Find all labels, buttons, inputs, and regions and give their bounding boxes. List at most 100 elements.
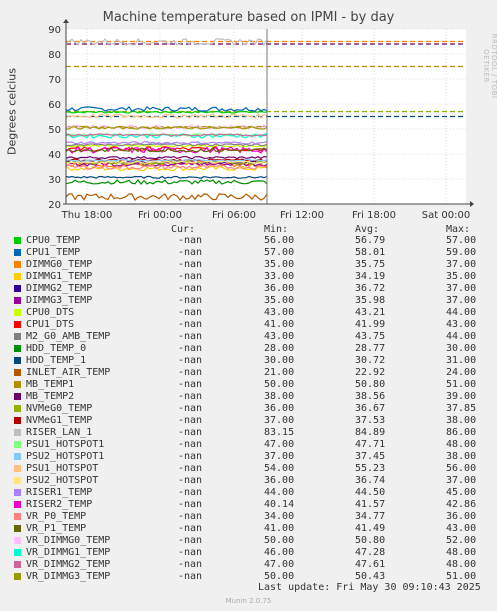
legend-swatch [14,489,21,496]
legend-swatch [14,321,21,328]
legend-series-name: DIMMG1_TEMP [26,271,93,282]
legend-series-name: PSU1_HOTSPOT [26,463,99,474]
legend-series-name: HDD_TEMP_0 [26,343,87,354]
legend-avg-value: 30.72 [355,355,386,366]
legend-swatch [14,237,21,244]
legend-series-name: CPU0_DTS [26,307,75,318]
legend-series-name: CPU1_TEMP [26,247,81,258]
rrdtool-watermark: RRDTOOL / TOBI OETIKER [482,33,497,99]
legend-row: PSU2_HOTSPOT1 -nan 37.00 37.45 38.00 [0,451,497,463]
legend-series-name: DIMMG0_TEMP [26,259,93,270]
legend-cur-value: -nan [178,379,203,390]
legend-cur-value: -nan [178,307,203,318]
legend-header-max: Max: [446,224,471,235]
legend-cur-value: -nan [178,463,203,474]
legend-avg-value: 50.43 [355,571,386,582]
legend-avg-value: 47.28 [355,547,386,558]
x-axis-arrow [470,201,474,207]
legend-avg-value: 41.49 [355,523,386,534]
legend-min-value: 38.00 [264,391,295,402]
legend-cur-value: -nan [178,355,203,366]
legend-cur-value: -nan [178,271,203,282]
legend-avg-value: 22.92 [355,367,386,378]
legend-avg-value: 34.19 [355,271,386,282]
legend-avg-value: 44.50 [355,487,386,498]
legend-series-name: M2_G0_AMB_TEMP [26,331,111,342]
legend-row: VR_DIMMG1_TEMP -nan 46.00 47.28 48.00 [0,547,497,559]
legend-min-value: 30.00 [264,355,295,366]
legend-swatch [14,345,21,352]
legend-swatch [14,309,21,316]
legend-series-name: VR_DIMMG2_TEMP [26,559,111,570]
chart-title: Machine temperature based on IPMI - by d… [102,10,395,25]
y-tick-label: 90 [48,25,61,36]
legend-series-name: INLET_AIR_TEMP [26,367,111,378]
legend-row: MB_TEMP1 -nan 50.00 50.80 51.00 [0,379,497,391]
legend-cur-value: -nan [178,535,203,546]
munin-version: Munin 2.0.75 [225,597,272,605]
legend-swatch [14,525,21,532]
legend-max-value: 42.86 [446,499,477,510]
legend-min-value: 36.00 [264,475,295,486]
legend-min-value: 37.00 [264,415,295,426]
legend-cur-value: -nan [178,523,203,534]
legend-series-name: MB_TEMP2 [26,391,75,402]
legend-row: NVMeG0_TEMP -nan 36.00 36.67 37.85 [0,403,497,415]
legend-max-value: 37.85 [446,403,477,414]
legend-cur-value: -nan [178,235,203,246]
legend-avg-value: 35.75 [355,259,386,270]
legend-header-avg: Avg: [355,224,380,235]
legend-min-value: 33.00 [264,271,295,282]
legend-series-name: VR_P0_TEMP [26,511,87,522]
legend-avg-value: 35.98 [355,295,386,306]
legend-max-value: 37.00 [446,295,477,306]
legend-max-value: 43.00 [446,523,477,534]
legend-row: PSU2_HOTSPOT -nan 36.00 36.74 37.00 [0,475,497,487]
legend-swatch [14,393,21,400]
legend-min-value: 54.00 [264,463,295,474]
x-tick-label: Fri 12:00 [280,210,324,221]
legend-row: CPU0_DTS -nan 43.00 43.21 44.00 [0,307,497,319]
x-tick-label: Sat 00:00 [422,210,470,221]
legend-cur-value: -nan [178,511,203,522]
legend-min-value: 83.15 [264,427,295,438]
y-tick-label: 70 [48,75,61,86]
legend-swatch [14,501,21,508]
y-tick-label: 60 [48,100,61,111]
legend-swatch [14,513,21,520]
legend-max-value: 51.00 [446,379,477,390]
legend-cur-value: -nan [178,415,203,426]
legend-series-name: PSU2_HOTSPOT [26,475,99,486]
legend-avg-value: 55.23 [355,463,386,474]
legend-avg-value: 50.80 [355,379,386,390]
legend-min-value: 35.00 [264,295,295,306]
legend-swatch [14,285,21,292]
legend-swatch [14,429,21,436]
legend-swatch [14,249,21,256]
legend-swatch [14,477,21,484]
legend-max-value: 45.00 [446,487,477,498]
legend-row: INLET_AIR_TEMP -nan 21.00 22.92 24.00 [0,367,497,379]
legend-swatch [14,561,21,568]
legend-cur-value: -nan [178,439,203,450]
y-tick-label: 80 [48,50,61,61]
legend-row: NVMeG1_TEMP -nan 37.00 37.53 38.00 [0,415,497,427]
y-tick-label: 30 [48,175,61,186]
y-tick-label: 50 [48,125,61,136]
legend-series-name: PSU2_HOTSPOT1 [26,451,105,462]
legend-min-value: 41.00 [264,523,295,534]
legend-swatch [14,465,21,472]
legend-cur-value: -nan [178,451,203,462]
legend-swatch [14,417,21,424]
legend-max-value: 37.00 [446,283,477,294]
legend-max-value: 57.00 [446,235,477,246]
legend-min-value: 56.00 [264,235,295,246]
legend-cur-value: -nan [178,427,203,438]
legend-min-value: 28.00 [264,343,295,354]
legend-avg-value: 37.53 [355,415,386,426]
legend-avg-value: 43.75 [355,331,386,342]
legend-swatch [14,441,21,448]
legend-min-value: 47.00 [264,559,295,570]
legend-avg-value: 47.71 [355,439,386,450]
legend-max-value: 39.00 [446,391,477,402]
